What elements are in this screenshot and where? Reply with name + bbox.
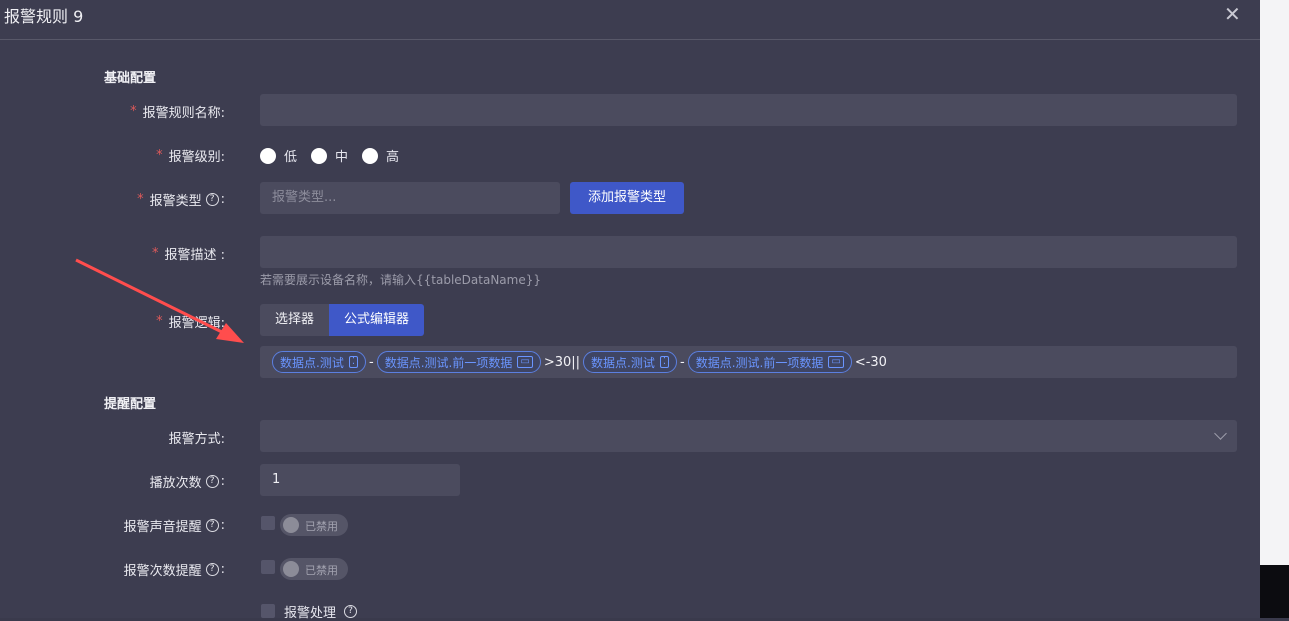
count-reminder-checkbox[interactable] bbox=[261, 560, 275, 574]
dialog-header: 报警规则 9 ✕ bbox=[0, 0, 1260, 40]
formula-tag[interactable]: 数据点.测试 ⁚ bbox=[272, 351, 367, 373]
chevron-down-icon bbox=[1214, 427, 1227, 440]
formula-operator: <-30 bbox=[854, 354, 887, 370]
level-radio-medium[interactable]: 中 bbox=[311, 146, 348, 165]
background-panel-dark bbox=[1260, 565, 1289, 618]
alarm-rule-dialog: 报警规则 9 ✕ 基础配置 * 报警规则名称: * 报警级别: 低 中 高 * 报警类… bbox=[0, 0, 1260, 621]
formula-editor[interactable]: 数据点.测试 ⁚ - 数据点.测试.前一项数据 ▭ >30|| 数据点.测试 ⁚ - … bbox=[260, 346, 1237, 378]
sound-label: 报警声音提醒?: bbox=[123, 518, 225, 535]
level-radio-high[interactable]: 高 bbox=[362, 146, 399, 165]
formula-operator: - bbox=[680, 354, 685, 370]
handling-label: 报警处理? bbox=[284, 602, 358, 621]
count-reminder-switch[interactable]: 已禁用 bbox=[280, 558, 348, 580]
dialog-title: 报警规则 9 bbox=[4, 7, 84, 26]
type-label: * 报警类型?: bbox=[137, 192, 225, 209]
type-input[interactable]: 报警类型... bbox=[260, 182, 560, 214]
formula-operator: - bbox=[369, 354, 374, 370]
rule-name-label: * 报警规则名称: bbox=[130, 104, 225, 121]
level-radio-group: 低 中 高 bbox=[260, 146, 413, 165]
method-label: 报警方式: bbox=[168, 432, 225, 447]
keyboard-icon: ▭ bbox=[828, 356, 844, 368]
close-icon[interactable]: ✕ bbox=[1224, 2, 1241, 26]
formula-operator: >30|| bbox=[543, 354, 581, 370]
sound-checkbox[interactable] bbox=[261, 516, 275, 530]
section-basic-title: 基础配置 bbox=[104, 71, 157, 86]
play-count-label: 播放次数?: bbox=[149, 474, 225, 491]
help-icon[interactable]: ? bbox=[205, 563, 219, 576]
logic-label: * 报警逻辑: bbox=[156, 314, 225, 331]
method-select[interactable] bbox=[260, 420, 1237, 452]
description-hint: 若需要展示设备名称，请输入{{tableDataName}} bbox=[260, 273, 541, 287]
scan-icon: ⁚ bbox=[659, 356, 670, 368]
logic-mode-tabs: 选择器 公式编辑器 bbox=[260, 304, 425, 336]
formula-tag[interactable]: 数据点.测试.前一项数据 ▭ bbox=[687, 351, 852, 373]
tab-selector[interactable]: 选择器 bbox=[260, 304, 330, 336]
help-icon[interactable]: ? bbox=[205, 475, 219, 488]
tab-formula-editor[interactable]: 公式编辑器 bbox=[329, 304, 425, 336]
description-label: * 报警描述 : bbox=[151, 246, 225, 263]
sound-switch[interactable]: 已禁用 bbox=[280, 514, 348, 536]
help-icon[interactable]: ? bbox=[344, 605, 358, 618]
scan-icon: ⁚ bbox=[348, 356, 359, 368]
keyboard-icon: ▭ bbox=[517, 356, 533, 368]
formula-tag[interactable]: 数据点.测试 ⁚ bbox=[583, 351, 678, 373]
count-reminder-label: 报警次数提醒?: bbox=[123, 562, 225, 579]
play-count-input[interactable]: 1 bbox=[260, 464, 460, 496]
help-icon[interactable]: ? bbox=[205, 193, 219, 206]
background-panel bbox=[1260, 0, 1289, 565]
formula-tag[interactable]: 数据点.测试.前一项数据 ▭ bbox=[376, 351, 541, 373]
rule-name-input[interactable] bbox=[260, 94, 1237, 126]
add-type-button[interactable]: 添加报警类型 bbox=[570, 182, 684, 214]
handling-checkbox[interactable] bbox=[261, 604, 275, 618]
level-label: * 报警级别: bbox=[156, 148, 225, 165]
level-radio-low[interactable]: 低 bbox=[260, 146, 297, 165]
section-reminder-title: 提醒配置 bbox=[104, 397, 157, 412]
help-icon[interactable]: ? bbox=[205, 519, 219, 532]
description-input[interactable] bbox=[260, 236, 1237, 268]
